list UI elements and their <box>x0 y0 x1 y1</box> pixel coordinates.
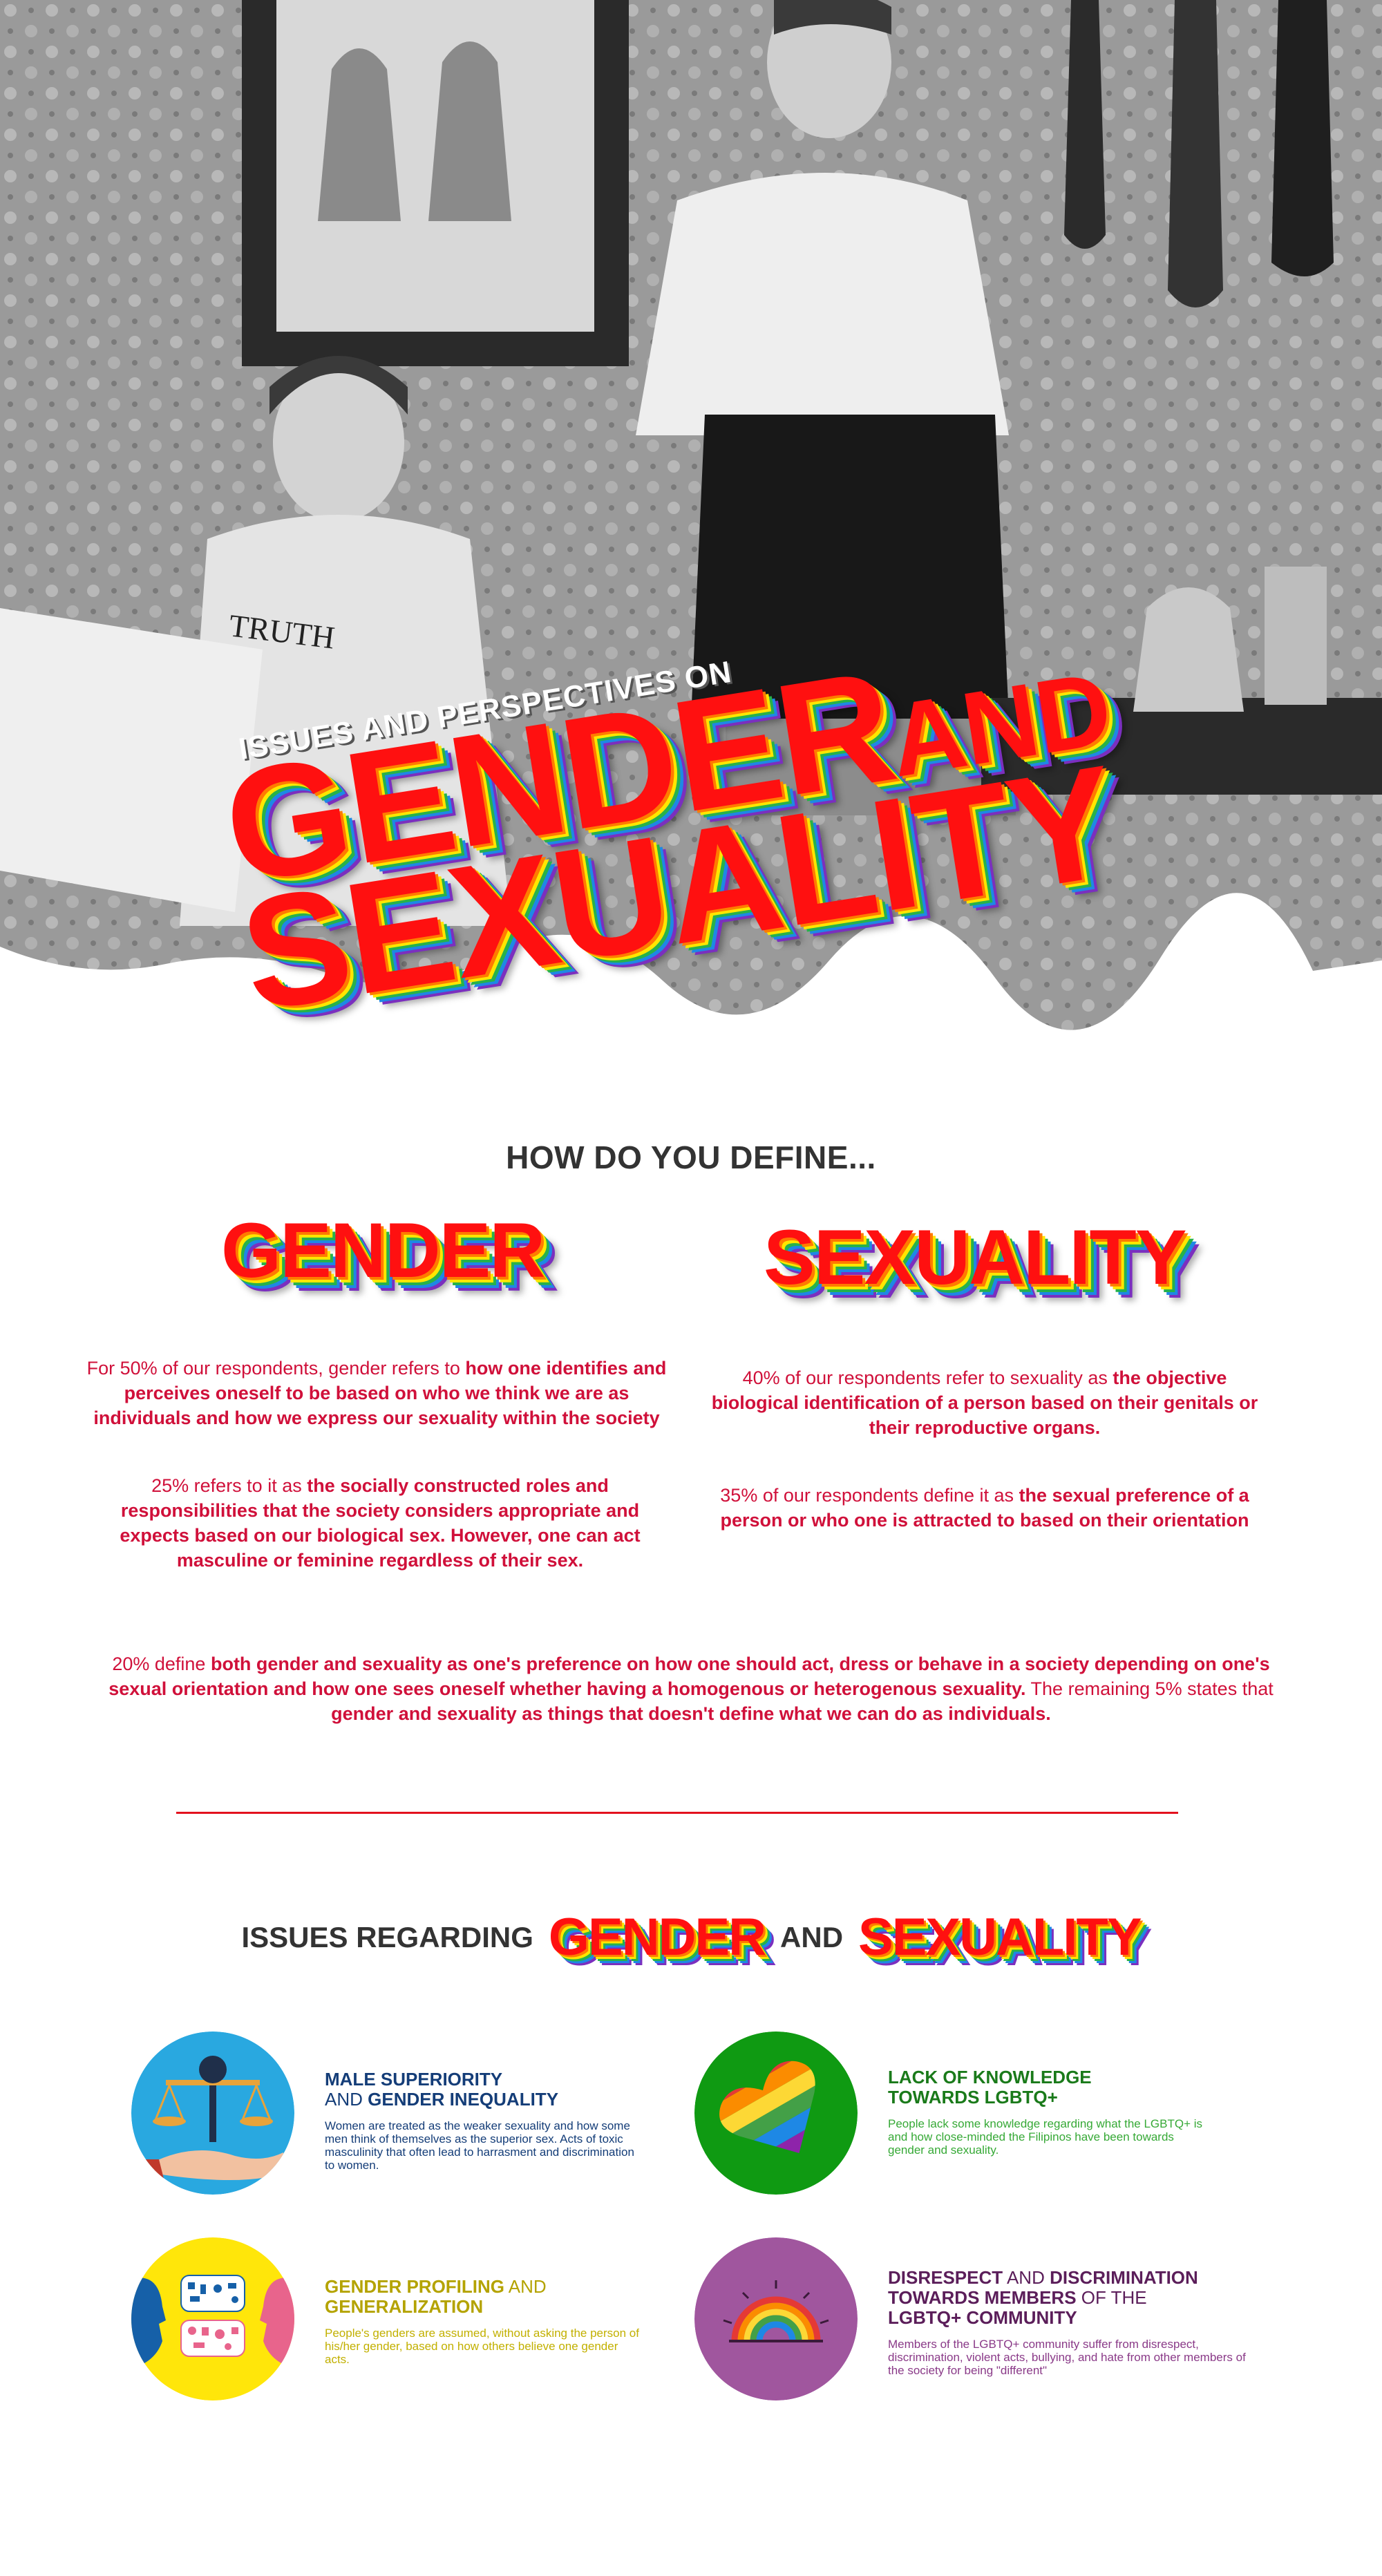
gender-definition-2: 25% refers to it as the socially constru… <box>120 1475 641 1571</box>
issue-lack-of-knowledge: LACK OF KNOWLEDGE TOWARDS LGBTQ+ People … <box>888 2067 1206 2157</box>
profiling-faces-icon <box>131 2237 294 2400</box>
section-divider <box>176 1812 1178 1814</box>
issue-description: People lack some knowledge regarding wha… <box>888 2117 1202 2157</box>
issue-description: Members of the LGBTQ+ community suffer f… <box>888 2338 1246 2377</box>
issues-heading: ISSUES REGARDING GENDER AND SEXUALITY <box>0 1908 1382 1967</box>
issue-gender-profiling: GENDER PROFILING AND GENERALIZATION Peop… <box>325 2276 643 2367</box>
issue-title: MALE SUPERIORITY AND GENDER INEQUALITY <box>325 2069 559 2110</box>
issue-title: DISRESPECT AND DISCRIMINATION TOWARDS ME… <box>888 2267 1198 2328</box>
issues-heading-and: AND <box>780 1921 844 1954</box>
issue-title: LACK OF KNOWLEDGE TOWARDS LGBTQ+ <box>888 2067 1092 2108</box>
scale-icon <box>131 2032 294 2195</box>
issue-disrespect-discrimination: DISRESPECT AND DISCRIMINATION TOWARDS ME… <box>888 2267 1247 2378</box>
issue-description: Women are treated as the weaker sexualit… <box>325 2119 634 2172</box>
sexuality-definition-2: 35% of our respondents define it as the … <box>720 1485 1249 1531</box>
rainbow-heart-icon <box>694 2032 858 2195</box>
issue-description: People's genders are assumed, without as… <box>325 2327 639 2366</box>
issue-title: GENDER PROFILING AND GENERALIZATION <box>325 2276 547 2317</box>
issues-heading-gender: GENDER <box>548 1908 766 1967</box>
issues-heading-sexuality: SEXUALITY <box>858 1908 1142 1967</box>
sexuality-title: SEXUALITY <box>764 1214 1187 1300</box>
combined-definition: 20% define both gender and sexuality as … <box>108 1654 1274 1724</box>
gender-definition-1: For 50% of our respondents, gender refer… <box>86 1358 667 1428</box>
hero-banner: TRUTH ISSUES AND PERSPECTIVES ON GENDER … <box>0 0 1382 1078</box>
rainbow-icon <box>694 2237 858 2400</box>
gender-title: GENDER <box>221 1207 545 1294</box>
issue-male-superiority: MALE SUPERIORITY AND GENDER INEQUALITY W… <box>325 2070 643 2172</box>
sexuality-definition-1: 40% of our respondents refer to sexualit… <box>711 1367 1258 1438</box>
define-heading: HOW DO YOU DEFINE... <box>506 1139 876 1175</box>
issues-heading-prefix: ISSUES REGARDING <box>241 1921 533 1954</box>
